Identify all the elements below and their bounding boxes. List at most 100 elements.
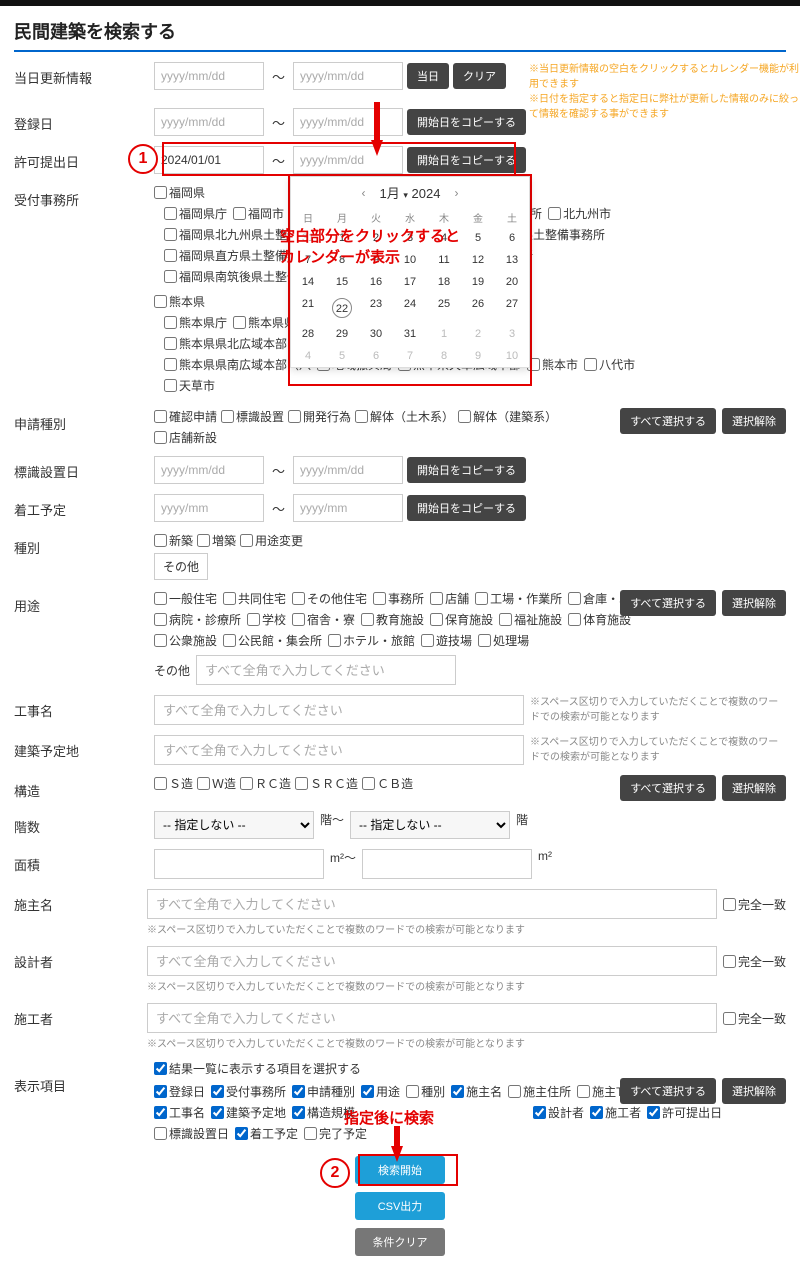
- calendar-day[interactable]: 24: [393, 293, 427, 323]
- checkbox-item[interactable]: 公民館・集会所: [223, 632, 322, 649]
- checkbox-item[interactable]: 福岡市: [233, 205, 284, 222]
- checkbox-item[interactable]: 増築: [197, 532, 236, 549]
- checkbox-item[interactable]: 施主住所: [508, 1083, 571, 1100]
- calendar-prev[interactable]: ‹: [356, 184, 372, 202]
- contractor-input[interactable]: [147, 1003, 717, 1033]
- checkbox-item[interactable]: 教育施設: [361, 611, 424, 628]
- clear-button[interactable]: クリア: [453, 63, 506, 89]
- checkbox-item[interactable]: Ｗ造: [197, 775, 236, 792]
- reg-to-input[interactable]: [293, 108, 403, 136]
- calendar-day[interactable]: 28: [291, 323, 325, 345]
- calendar-day[interactable]: 9: [461, 345, 495, 367]
- checkbox-item[interactable]: 着工予定: [235, 1125, 298, 1142]
- use-other-input[interactable]: [196, 655, 456, 685]
- copy-start-button[interactable]: 開始日をコピーする: [407, 109, 526, 135]
- sign-to-input[interactable]: [293, 456, 403, 484]
- checkbox-item[interactable]: その他住宅: [292, 590, 367, 607]
- checkbox-item[interactable]: 標識設置: [221, 408, 284, 425]
- calendar-day[interactable]: 17: [393, 271, 427, 293]
- deselect-button-4[interactable]: 選択解除: [722, 1078, 786, 1104]
- checkbox-item[interactable]: ホテル・旅館: [328, 632, 415, 649]
- permit-from-input[interactable]: [154, 146, 264, 174]
- calendar-day[interactable]: 7: [393, 345, 427, 367]
- designer-input[interactable]: [147, 946, 717, 976]
- calendar-day[interactable]: 30: [359, 323, 393, 345]
- checkbox-item[interactable]: 開発行為: [288, 408, 351, 425]
- checkbox-item[interactable]: 確認申請: [154, 408, 217, 425]
- checkbox-item[interactable]: 工事名: [154, 1104, 205, 1121]
- checkbox-item[interactable]: 福祉施設: [499, 611, 562, 628]
- reg-from-input[interactable]: [154, 108, 264, 136]
- calendar-day[interactable]: 31: [393, 323, 427, 345]
- floors-from-select[interactable]: -- 指定しない --: [154, 811, 314, 839]
- checkbox-item[interactable]: 申請種別: [292, 1083, 355, 1100]
- calendar-day[interactable]: 3: [495, 323, 529, 345]
- checkbox-item[interactable]: 熊本県: [154, 293, 205, 310]
- checkbox-item[interactable]: 保育施設: [430, 611, 493, 628]
- checkbox-item[interactable]: 店舗: [430, 590, 469, 607]
- calendar-day[interactable]: 10: [495, 345, 529, 367]
- checkbox-item[interactable]: 種別: [406, 1083, 445, 1100]
- calendar-day[interactable]: 23: [359, 293, 393, 323]
- work-name-input[interactable]: [154, 695, 524, 725]
- calendar-day[interactable]: 16: [359, 271, 393, 293]
- checkbox-item[interactable]: 解体（土木系）: [355, 408, 454, 425]
- checkbox-item[interactable]: 完全一致: [723, 1010, 786, 1027]
- checkbox-item[interactable]: 病院・診療所: [154, 611, 241, 628]
- checkbox-item[interactable]: 学校: [247, 611, 286, 628]
- checkbox-item[interactable]: 熊本県庁: [164, 314, 227, 331]
- build-site-input[interactable]: [154, 735, 524, 765]
- checkbox-item[interactable]: 天草市: [164, 377, 215, 394]
- checkbox-item[interactable]: 完全一致: [723, 896, 786, 913]
- select-all-button[interactable]: すべて選択する: [620, 408, 716, 434]
- checkbox-item[interactable]: 宿舎・寮: [292, 611, 355, 628]
- calendar-next[interactable]: ›: [448, 184, 464, 202]
- cond-clear-button[interactable]: 条件クリア: [355, 1228, 445, 1256]
- calendar-day[interactable]: 25: [427, 293, 461, 323]
- checkbox-item[interactable]: 標識設置日: [154, 1125, 229, 1142]
- checkbox-item[interactable]: 北九州市: [548, 205, 611, 222]
- checkbox-item[interactable]: 福岡県庁: [164, 205, 227, 222]
- calendar-popup[interactable]: ‹ 1月 ▾ 2024 › 日月火水木金土 311234567891011121…: [290, 176, 530, 368]
- calendar-day[interactable]: 2: [461, 323, 495, 345]
- calendar-day[interactable]: 5: [325, 345, 359, 367]
- select-all-button-4[interactable]: すべて選択する: [620, 1078, 716, 1104]
- area-from-input[interactable]: [154, 849, 324, 879]
- calendar-day[interactable]: 20: [495, 271, 529, 293]
- checkbox-item[interactable]: 施主名: [451, 1083, 502, 1100]
- checkbox-item[interactable]: 店舗新設: [154, 429, 217, 446]
- checkbox-item[interactable]: 熊本県県南広域本部（八: [164, 356, 311, 373]
- checkbox-item[interactable]: 熊本県県北広域本部（菊: [164, 335, 311, 352]
- copy-start-button-3[interactable]: 開始日をコピーする: [407, 457, 526, 483]
- checkbox-item[interactable]: ＣＢ造: [362, 775, 413, 792]
- copy-start-button-2[interactable]: 開始日をコピーする: [407, 147, 526, 173]
- checkbox-item[interactable]: 施工者: [590, 1104, 641, 1121]
- area-to-input[interactable]: [362, 849, 532, 879]
- checkbox-item[interactable]: 福岡県南筑後県土整備: [164, 268, 299, 285]
- today-from-input[interactable]: [154, 62, 264, 90]
- checkbox-item[interactable]: ＲＣ造: [240, 775, 291, 792]
- calendar-day[interactable]: 18: [427, 271, 461, 293]
- checkbox-item[interactable]: 福岡県: [154, 184, 205, 201]
- calendar-day[interactable]: 19: [461, 271, 495, 293]
- checkbox-item[interactable]: 建築予定地: [211, 1104, 286, 1121]
- calendar-day[interactable]: 13: [495, 249, 529, 271]
- calendar-day[interactable]: 14: [291, 271, 325, 293]
- select-all-button-2[interactable]: すべて選択する: [620, 590, 716, 616]
- sign-from-input[interactable]: [154, 456, 264, 484]
- calendar-day[interactable]: 6: [359, 345, 393, 367]
- today-to-input[interactable]: [293, 62, 403, 90]
- checkbox-item[interactable]: 受付事務所: [211, 1083, 286, 1100]
- calendar-day[interactable]: 22: [325, 293, 359, 323]
- copy-start-button-4[interactable]: 開始日をコピーする: [407, 495, 526, 521]
- permit-to-input[interactable]: [293, 146, 403, 174]
- checkbox-item[interactable]: 遊技場: [421, 632, 472, 649]
- calendar-day[interactable]: 6: [495, 227, 529, 249]
- checkbox-item[interactable]: ＳＲＣ造: [295, 775, 358, 792]
- checkbox-item[interactable]: 工場・作業所: [475, 590, 562, 607]
- checkbox-item[interactable]: 処理場: [478, 632, 529, 649]
- checkbox-item[interactable]: 新築: [154, 532, 193, 549]
- checkbox-item[interactable]: 八代市: [584, 356, 635, 373]
- checkbox-item[interactable]: 熊本市: [527, 356, 578, 373]
- start-from-input[interactable]: [154, 494, 264, 522]
